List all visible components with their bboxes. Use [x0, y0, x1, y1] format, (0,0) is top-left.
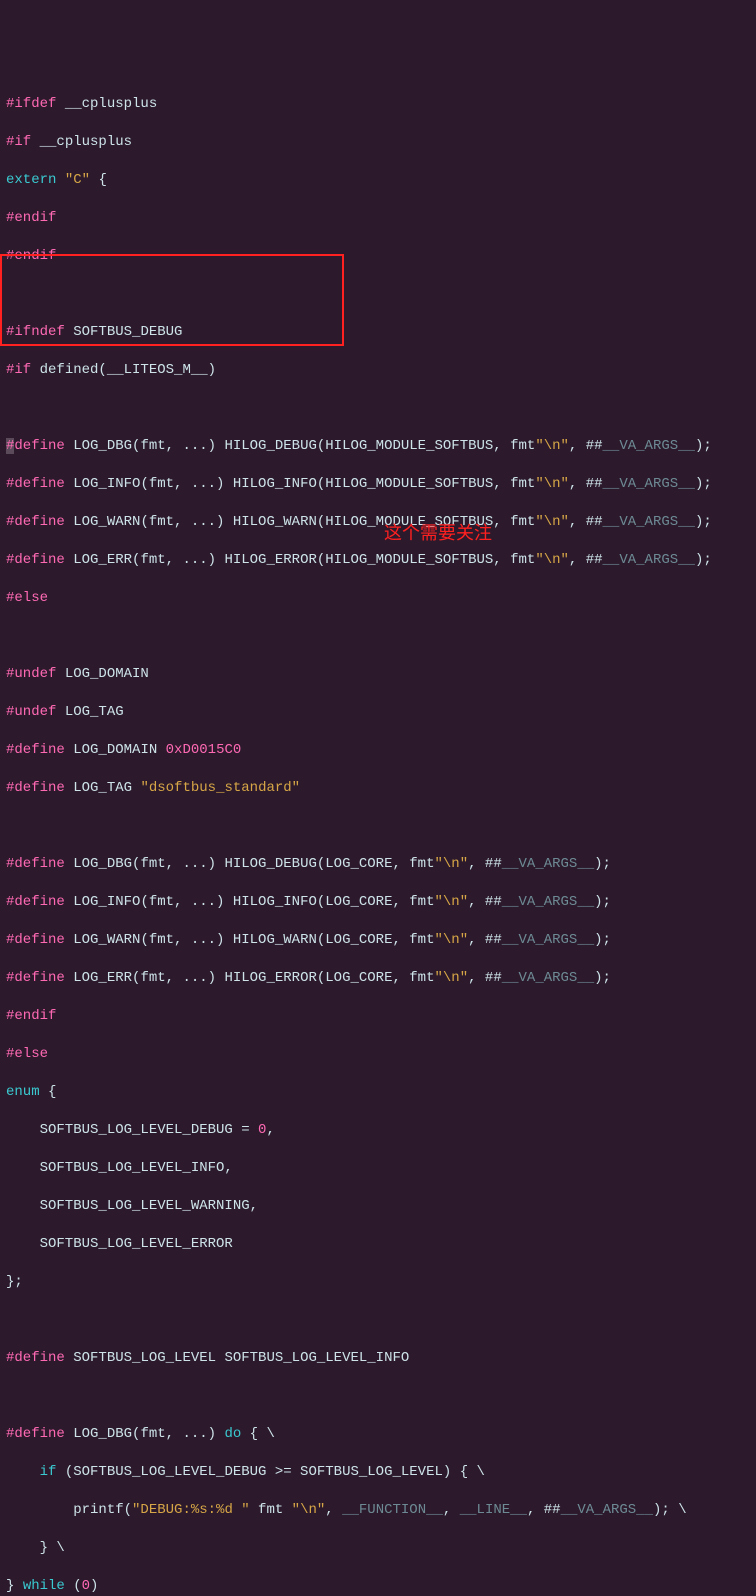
code-line: #define LOG_WARN(fmt, ...) HILOG_WARN(LO… — [6, 931, 750, 950]
annotation-text: 这个需要关注 — [384, 524, 492, 543]
code-line: #define LOG_DOMAIN 0xD0015C0 — [6, 741, 750, 760]
code-line: #define LOG_DBG(fmt, ...) HILOG_DEBUG(HI… — [6, 437, 750, 456]
code-line: #endif — [6, 1007, 750, 1026]
code-line: SOFTBUS_LOG_LEVEL_WARNING, — [6, 1197, 750, 1216]
blank-line — [6, 627, 750, 646]
code-line: } while (0) — [6, 1577, 750, 1596]
code-line: } \ — [6, 1539, 750, 1558]
code-line: #define LOG_INFO(fmt, ...) HILOG_INFO(LO… — [6, 893, 750, 912]
code-line: printf("DEBUG:%s:%d " fmt "\n", __FUNCTI… — [6, 1501, 750, 1520]
code-line: #undef LOG_DOMAIN — [6, 665, 750, 684]
code-line: extern "C" { — [6, 171, 750, 190]
blank-line — [6, 285, 750, 304]
code-line: #undef LOG_TAG — [6, 703, 750, 722]
code-line: enum { — [6, 1083, 750, 1102]
code-line: #endif — [6, 209, 750, 228]
code-line: #define LOG_WARN(fmt, ...) HILOG_WARN(HI… — [6, 513, 750, 532]
code-line: }; — [6, 1273, 750, 1292]
code-line: #define LOG_DBG(fmt, ...) do { \ — [6, 1425, 750, 1444]
blank-line — [6, 817, 750, 836]
code-line: #define LOG_ERR(fmt, ...) HILOG_ERROR(HI… — [6, 551, 750, 570]
blank-line — [6, 1387, 750, 1406]
code-line: #define LOG_DBG(fmt, ...) HILOG_DEBUG(LO… — [6, 855, 750, 874]
code-line: #define SOFTBUS_LOG_LEVEL SOFTBUS_LOG_LE… — [6, 1349, 750, 1368]
code-line: #if __cplusplus — [6, 133, 750, 152]
code-line: #ifndef SOFTBUS_DEBUG — [6, 323, 750, 342]
code-line: #define LOG_ERR(fmt, ...) HILOG_ERROR(LO… — [6, 969, 750, 988]
code-line: if (SOFTBUS_LOG_LEVEL_DEBUG >= SOFTBUS_L… — [6, 1463, 750, 1482]
code-line: SOFTBUS_LOG_LEVEL_DEBUG = 0, — [6, 1121, 750, 1140]
code-line: SOFTBUS_LOG_LEVEL_ERROR — [6, 1235, 750, 1254]
code-line: #ifdef __cplusplus — [6, 95, 750, 114]
blank-line — [6, 399, 750, 418]
code-line: SOFTBUS_LOG_LEVEL_INFO, — [6, 1159, 750, 1178]
code-line: #endif — [6, 247, 750, 266]
code-line: #define LOG_TAG "dsoftbus_standard" — [6, 779, 750, 798]
code-line: #else — [6, 589, 750, 608]
code-line: #else — [6, 1045, 750, 1064]
code-block: #ifdef __cplusplus #if __cplusplus exter… — [0, 76, 756, 1596]
code-line: #if defined(__LITEOS_M__) — [6, 361, 750, 380]
blank-line — [6, 1311, 750, 1330]
code-line: #define LOG_INFO(fmt, ...) HILOG_INFO(HI… — [6, 475, 750, 494]
